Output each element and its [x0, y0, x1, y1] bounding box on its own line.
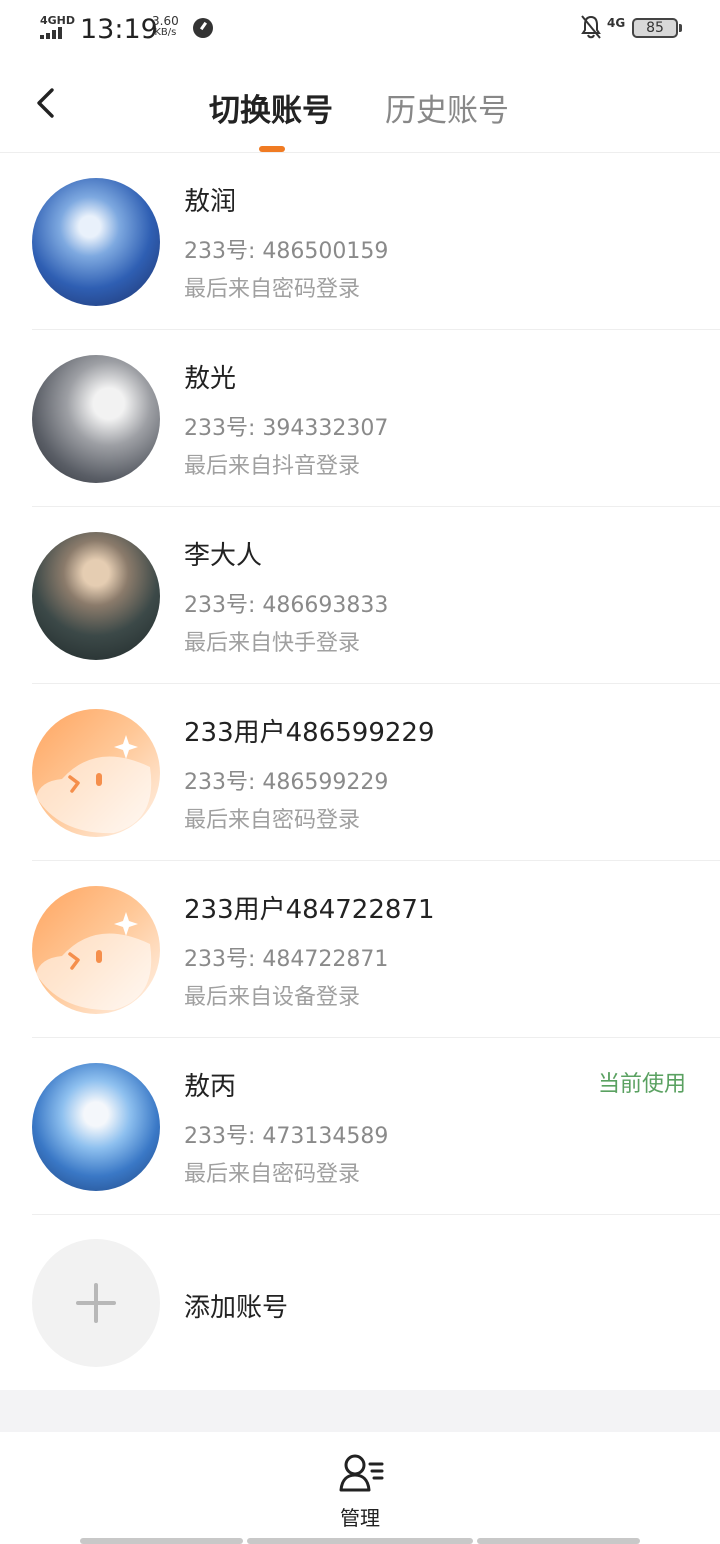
current-account-badge: 当前使用 [597, 1072, 686, 1097]
account-name: 敖光 [184, 364, 237, 394]
active-tab-indicator [259, 146, 285, 152]
signal-icon [40, 27, 70, 39]
account-id: 233号: 486500159 [184, 239, 389, 264]
speed-dial-icon [193, 18, 213, 38]
avatar [32, 1063, 160, 1191]
login-source: 最后来自设备登录 [184, 985, 361, 1010]
default-avatar-icon [32, 886, 160, 1014]
gesture-bar-left [80, 1538, 243, 1544]
account-id: 233号: 486599229 [184, 770, 389, 795]
section-divider [0, 1390, 720, 1432]
mobile-data: 4G [607, 16, 626, 30]
login-source: 最后来自密码登录 [184, 1162, 361, 1187]
login-source: 最后来自抖音登录 [184, 454, 361, 479]
account-item[interactable]: 敖丙 233号: 473134589 最后来自密码登录 当前使用 [0, 1038, 720, 1215]
account-name: 233用户486599229 [184, 718, 435, 748]
account-id: 233号: 486693833 [184, 593, 389, 618]
account-name: 敖润 [184, 187, 237, 217]
network-type: 4GHD [40, 14, 76, 27]
add-account-label: 添加账号 [184, 1293, 289, 1323]
clock: 13:19 [80, 14, 158, 45]
nav-bar: 切换账号 历史账号 [0, 58, 720, 153]
account-item[interactable]: 李大人 233号: 486693833 最后来自快手登录 [0, 507, 720, 684]
back-arrow-icon[interactable] [30, 86, 64, 120]
login-source: 最后来自密码登录 [184, 277, 361, 302]
manage-user-icon[interactable] [338, 1452, 384, 1494]
login-source: 最后来自快手登录 [184, 631, 361, 656]
account-item[interactable]: 233用户484722871 233号: 484722871 最后来自设备登录 [0, 861, 720, 1038]
account-id: 233号: 473134589 [184, 1124, 389, 1149]
bell-muted-icon [581, 15, 601, 39]
plus-icon [32, 1239, 160, 1367]
account-id: 233号: 484722871 [184, 947, 389, 972]
bottom-bar: 管理 [0, 1432, 720, 1544]
avatar [32, 355, 160, 483]
net-speed-unit: KB/s [154, 27, 177, 38]
default-avatar-icon [32, 709, 160, 837]
account-item[interactable]: 敖润 233号: 486500159 最后来自密码登录 [0, 153, 720, 330]
gesture-bar-center [247, 1538, 473, 1544]
tab-history-account[interactable]: 历史账号 [385, 85, 509, 130]
avatar [32, 532, 160, 660]
add-account-button[interactable]: 添加账号 [0, 1215, 720, 1393]
net-speed: 3.60 KB/s [152, 15, 179, 39]
account-item[interactable]: 敖光 233号: 394332307 最后来自抖音登录 [0, 330, 720, 507]
battery-icon: 85 [632, 18, 682, 38]
account-item[interactable]: 233用户486599229 233号: 486599229 最后来自密码登录 [0, 684, 720, 861]
account-name: 敖丙 [184, 1072, 237, 1102]
account-name: 233用户484722871 [184, 895, 435, 925]
account-name: 李大人 [184, 541, 263, 571]
gesture-bar-right [477, 1538, 640, 1544]
avatar [32, 178, 160, 306]
manage-label[interactable]: 管理 [0, 1502, 720, 1531]
account-list: 敖润 233号: 486500159 最后来自密码登录 敖光 233号: 394… [0, 153, 720, 1393]
status-bar: 4GHD 13:19 3.60 KB/s 4G 85 [0, 0, 720, 58]
net-speed-value: 3.60 [152, 14, 179, 28]
account-id: 233号: 394332307 [184, 416, 389, 441]
login-source: 最后来自密码登录 [184, 808, 361, 833]
tab-switch-account[interactable]: 切换账号 [209, 85, 333, 130]
